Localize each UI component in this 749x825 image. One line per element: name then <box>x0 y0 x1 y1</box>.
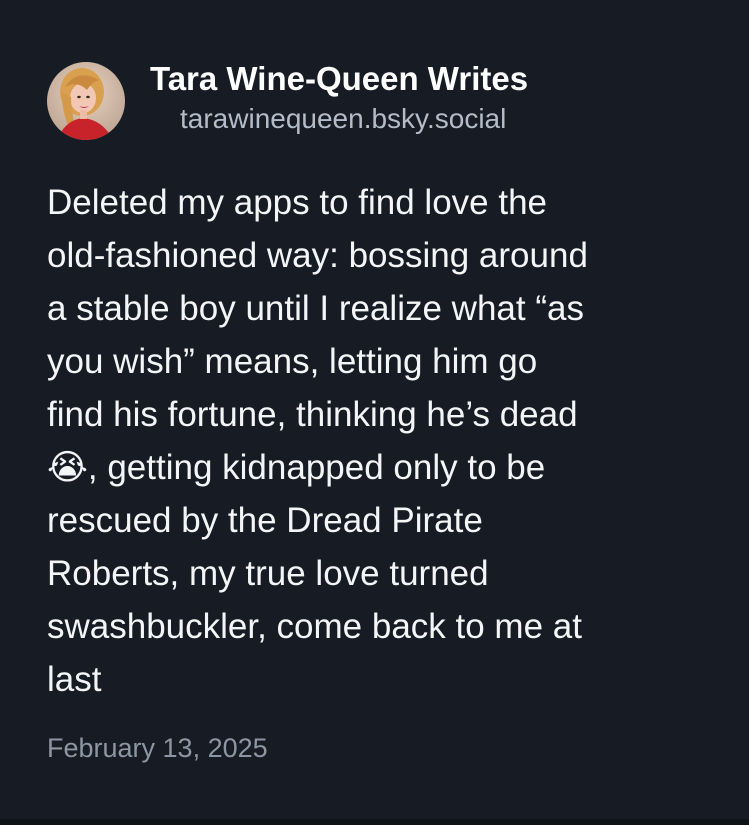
post-date[interactable]: February 13, 2025 <box>47 728 268 768</box>
avatar[interactable] <box>47 62 125 140</box>
post-text-line: you wish” means, letting him go <box>47 342 538 381</box>
post-text-line: find his fortune, thinking he’s dead <box>47 395 578 434</box>
post-header: Tara Wine-Queen Writes tarawinequeen.bsk… <box>47 59 528 140</box>
post-text-line: a stable boy until I realize what “as <box>47 289 584 328</box>
post-card: Tara Wine-Queen Writes tarawinequeen.bsk… <box>0 0 749 825</box>
author-display-name[interactable]: Tara Wine-Queen Writes <box>150 59 528 99</box>
post-text-line: old-fashioned way: bossing around <box>47 236 588 275</box>
post-text-line: Roberts, my true love turned <box>47 554 489 593</box>
post-text-line: Deleted my apps to find love the <box>47 183 548 222</box>
bottom-divider <box>0 819 749 825</box>
post-text-line: 😭, getting kidnapped only to be <box>47 448 546 487</box>
post-text-line: last <box>47 660 102 699</box>
author-handle[interactable]: tarawinequeen.bsky.social <box>180 99 528 139</box>
author-names: Tara Wine-Queen Writes tarawinequeen.bsk… <box>150 59 528 139</box>
post-text-line: rescued by the Dread Pirate <box>47 501 483 540</box>
post-text-line: swashbuckler, come back to me at <box>47 607 582 646</box>
post-text: Deleted my apps to find love the old-fas… <box>47 176 717 706</box>
profile-photo-icon <box>47 62 125 140</box>
